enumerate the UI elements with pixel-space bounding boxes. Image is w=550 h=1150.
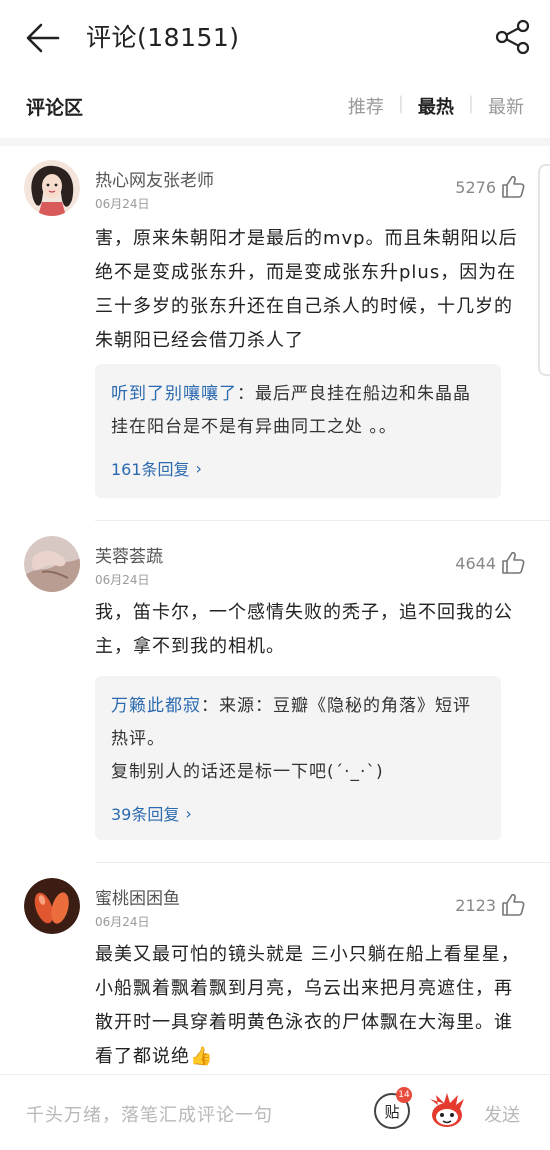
- like-count: 4644: [455, 553, 496, 573]
- chevron-right-icon: ›: [185, 803, 192, 823]
- like-button[interactable]: 5276: [455, 174, 526, 200]
- page-title: 评论(18151): [86, 23, 240, 52]
- comment-input-bar: 千头万绪，落笔汇成评论一句 贴 14 发送: [0, 1074, 550, 1150]
- thumbs-up-icon: [502, 551, 525, 574]
- section-divider: [0, 138, 550, 146]
- comment-username[interactable]: 蜜桃困困鱼: [95, 884, 180, 909]
- sort-divider: |: [397, 93, 404, 114]
- thumbs-up-icon: [502, 893, 525, 916]
- chevron-right-icon: ›: [195, 458, 202, 478]
- send-button[interactable]: 发送: [484, 1101, 520, 1127]
- comment-divider: [95, 862, 550, 863]
- comment-text: 最美又最可怕的镜头就是 三小只躺在船上看星星，小船飘着飘着飘到月亮，乌云出来把月…: [95, 944, 520, 1067]
- comment-section-bar: 评论区 推荐 | 最热 | 最新: [0, 76, 550, 138]
- reply-preview-box[interactable]: 万籁此都寂：来源：豆瓣《隐秘的角落》短评热评。 复制别人的话还是标一下吧(´·_…: [95, 676, 501, 840]
- comment-text: 害，原来朱朝阳才是最后的mvp。而且朱朝阳以后绝不是变成张东升，而是变成张东升p…: [95, 228, 518, 351]
- reply-count-link[interactable]: 39条回复 ›: [111, 801, 485, 825]
- sort-tabs: 推荐 | 最热 | 最新: [348, 93, 524, 119]
- sort-divider: |: [467, 93, 474, 114]
- reply-count: 39条回复: [111, 805, 180, 824]
- comment-date: 06月24日: [95, 197, 150, 211]
- comment-date: 06月24日: [95, 573, 150, 587]
- reply-username[interactable]: 万籁此都寂: [111, 696, 201, 716]
- sort-tab-hottest[interactable]: 最热: [418, 93, 454, 119]
- reply-text-line2: 复制别人的话还是标一下吧(´·_·`): [111, 762, 384, 782]
- sort-tab-newest[interactable]: 最新: [488, 93, 524, 119]
- thumbs-up-icon: [502, 175, 525, 198]
- like-button[interactable]: 4644: [455, 550, 526, 576]
- reply-count: 161条回复: [111, 460, 190, 479]
- sort-tab-recommended[interactable]: 推荐: [348, 93, 384, 119]
- like-button[interactable]: 2123: [455, 892, 526, 918]
- back-arrow-icon[interactable]: [24, 20, 62, 56]
- comment-input[interactable]: 千头万绪，落笔汇成评论一句: [26, 1101, 273, 1127]
- notification-badge: 14: [396, 1087, 412, 1103]
- comment-username[interactable]: 芙蓉荟蔬: [95, 542, 163, 567]
- section-label: 评论区: [26, 97, 84, 119]
- reply-text: 听到了别嚷嚷了：最后严良挂在船边和朱晶晶挂在阳台是不是有异曲同工之处 。。: [111, 378, 485, 444]
- reply-text: 万籁此都寂：来源：豆瓣《隐秘的角落》短评热评。: [111, 690, 485, 756]
- like-count: 2123: [455, 895, 496, 915]
- top-header: 评论(18151): [0, 0, 550, 76]
- comment-date: 06月24日: [95, 915, 150, 929]
- like-count: 5276: [455, 177, 496, 197]
- comment-divider: [95, 520, 550, 521]
- reply-preview-box[interactable]: 听到了别嚷嚷了：最后严良挂在船边和朱晶晶挂在阳台是不是有异曲同工之处 。。 16…: [95, 364, 501, 498]
- avatar[interactable]: [24, 536, 80, 592]
- share-icon[interactable]: [494, 18, 532, 56]
- avatar[interactable]: [24, 160, 80, 216]
- reply-username[interactable]: 听到了别嚷嚷了: [111, 384, 237, 404]
- comment-username[interactable]: 热心网友张老师: [95, 166, 214, 191]
- reply-count-link[interactable]: 161条回复 ›: [111, 456, 485, 480]
- avatar[interactable]: [24, 878, 80, 934]
- mascot-emoji-icon[interactable]: [426, 1091, 468, 1129]
- comment-text: 我，笛卡尔，一个感情失败的秃子，追不回我的公主，拿不到我的相机。: [95, 602, 513, 657]
- scroll-indicator[interactable]: [538, 164, 550, 376]
